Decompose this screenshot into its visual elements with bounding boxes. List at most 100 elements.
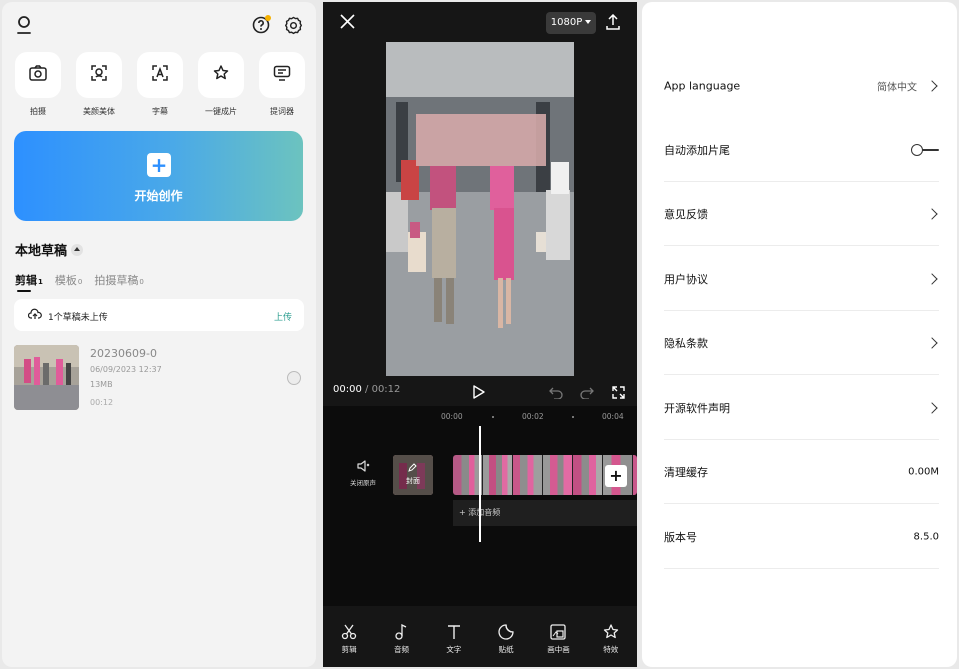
settings-panel: App language 简体中文 自动添加片尾 意见反馈 用户协议 隐私条款 … <box>642 2 957 667</box>
chevron-right-icon <box>926 207 938 220</box>
add-audio-label: 添加音频 <box>468 508 501 517</box>
tool-label: 拍摄 <box>30 107 46 116</box>
resolution-select[interactable]: 1080P <box>546 12 596 34</box>
close-icon[interactable] <box>340 14 355 33</box>
tool-beauty[interactable]: 美颜美体 <box>75 52 123 117</box>
text-icon <box>434 622 474 642</box>
undo-icon[interactable] <box>549 384 563 403</box>
export-upload-icon[interactable] <box>606 13 620 34</box>
draft-tabs: 剪辑1 模板0 拍摄草稿0 <box>15 272 144 292</box>
toolbar-label: 文字 <box>446 645 462 654</box>
upload-notice-text: 1个草稿未上传 <box>48 313 108 323</box>
speaker-icon <box>356 460 370 474</box>
toolbar-sticker[interactable]: 贴纸 <box>486 622 526 667</box>
settings-row-label: 隐私条款 <box>664 336 708 350</box>
home-topbar <box>2 2 316 50</box>
tool-one-click[interactable]: 一键成片 <box>197 52 245 117</box>
collapse-caret-icon[interactable] <box>71 243 84 256</box>
teleprompter-icon <box>273 65 291 85</box>
scissors-icon <box>329 622 369 642</box>
version-value: 8.5.0 <box>913 531 939 542</box>
ruler-tick-label: 00:02 <box>522 412 544 421</box>
caption-icon <box>151 64 169 86</box>
tab-shoot-drafts[interactable]: 拍摄草稿0 <box>94 272 143 288</box>
clip-frame <box>633 455 637 495</box>
toolbar-audio[interactable]: 音频 <box>381 622 421 667</box>
notification-dot <box>265 15 271 21</box>
settings-row-feedback[interactable]: 意见反馈 <box>664 182 939 246</box>
cache-size-value: 0.00M <box>908 466 939 477</box>
settings-row-privacy[interactable]: 隐私条款 <box>664 311 939 375</box>
toolbar-effects[interactable]: 特效 <box>591 622 631 667</box>
cover-button[interactable]: 封面 <box>393 455 433 495</box>
chevron-right-icon <box>926 401 938 414</box>
effects-icon <box>591 622 631 642</box>
redo-icon[interactable] <box>580 384 594 403</box>
draft-item[interactable]: 20230609-0 06/09/2023 12:37 13MB 00:12 <box>14 345 304 411</box>
beauty-icon <box>90 64 108 86</box>
tool-caption[interactable]: 字幕 <box>136 52 184 117</box>
settings-row-user-agreement[interactable]: 用户协议 <box>664 247 939 311</box>
mute-original-button[interactable]: 关闭原声 <box>347 460 379 487</box>
magic-icon <box>212 64 230 86</box>
clip-frame <box>573 455 603 495</box>
settings-row-label: 用户协议 <box>664 272 708 286</box>
upload-notice-bar: 1个草稿未上传 上传 <box>14 299 304 331</box>
play-icon[interactable] <box>473 384 485 403</box>
tool-label: 美颜美体 <box>83 107 115 116</box>
tool-label: 一键成片 <box>205 107 237 116</box>
start-creating-button[interactable]: + 开始创作 <box>14 131 303 221</box>
settings-row-language[interactable]: App language 简体中文 <box>664 54 939 118</box>
plus-icon: + <box>147 153 171 177</box>
settings-row-auto-ending: 自动添加片尾 <box>664 118 939 182</box>
draft-date: 06/09/2023 12:37 <box>90 365 162 374</box>
draft-name: 20230609-0 <box>90 347 157 360</box>
settings-row-label: 清理缓存 <box>664 465 708 479</box>
ruler-tick-label: 00:00 <box>441 412 463 421</box>
editor-panel: 1080P 00:00 / 00:12 00:00 00:02 00:04 关闭… <box>323 2 637 667</box>
toolbar-text[interactable]: 文字 <box>434 622 474 667</box>
tool-teleprompter[interactable]: 提词器 <box>258 52 306 117</box>
mute-original-label: 关闭原声 <box>350 479 376 487</box>
language-value: 简体中文 <box>877 82 917 94</box>
draft-size: 13MB <box>90 380 113 389</box>
settings-row-label: 版本号 <box>664 530 697 544</box>
tab-edit[interactable]: 剪辑1 <box>15 272 43 292</box>
auto-ending-toggle[interactable] <box>911 143 939 156</box>
user-profile-icon[interactable] <box>16 16 32 34</box>
picture-in-picture-icon <box>538 622 578 642</box>
upload-link[interactable]: 上传 <box>274 310 292 323</box>
video-preview[interactable] <box>386 42 574 376</box>
tool-camera[interactable]: 拍摄 <box>14 52 62 117</box>
cover-label: 封面 <box>406 477 420 485</box>
tab-template[interactable]: 模板0 <box>55 272 82 288</box>
settings-row-version: 版本号 8.5.0 <box>664 505 939 569</box>
toolbar-label: 特效 <box>603 645 619 654</box>
chevron-right-icon <box>926 272 938 285</box>
settings-row-label: App language <box>664 79 741 93</box>
ruler-dot <box>492 416 494 418</box>
settings-row-open-source[interactable]: 开源软件声明 <box>664 376 939 440</box>
music-note-icon <box>381 622 421 642</box>
screenshot-frame: 拍摄 美颜美体 字幕 一键成片 提词器 + 开始创作 本地草稿 剪辑1 模板0 … <box>0 0 959 669</box>
toolbar-cut[interactable]: 剪辑 <box>329 622 369 667</box>
clip-frame <box>513 455 543 495</box>
settings-row-clear-cache[interactable]: 清理缓存 0.00M <box>664 440 939 504</box>
cloud-upload-icon <box>27 308 42 323</box>
toolbar-label: 剪辑 <box>341 645 357 654</box>
local-drafts-label: 本地草稿 <box>15 244 68 259</box>
fullscreen-icon[interactable] <box>612 384 625 403</box>
playhead[interactable] <box>479 426 481 542</box>
quick-tools: 拍摄 美颜美体 字幕 一键成片 提词器 <box>14 52 306 117</box>
toolbar-pip[interactable]: 画中画 <box>538 622 578 667</box>
playback-time: 00:00 / 00:12 <box>333 384 401 395</box>
draft-select-radio[interactable] <box>287 371 301 385</box>
local-drafts-title: 本地草稿 <box>15 240 84 259</box>
settings-gear-icon[interactable] <box>284 16 303 35</box>
help-icon[interactable] <box>252 15 271 34</box>
editor-toolbar: 剪辑 音频 文字 贴纸 画中画 特效 <box>323 622 637 667</box>
draft-thumbnail <box>14 345 79 410</box>
add-clip-button[interactable]: + <box>605 465 627 487</box>
timeline[interactable]: 00:00 00:02 00:04 关闭原声 封面 + + 添加音频 <box>323 406 637 606</box>
toolbar-label: 画中画 <box>547 645 570 654</box>
